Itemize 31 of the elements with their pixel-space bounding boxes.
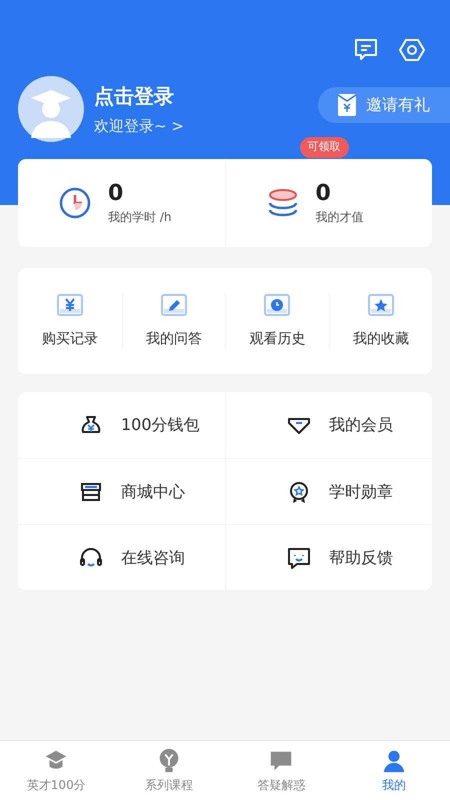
pencil-icon [160, 292, 188, 316]
stat-label: 我的学时 /h [108, 208, 172, 226]
login-title[interactable]: 点击登录 [94, 80, 184, 111]
menu-item[interactable]: 在线咨询 [18, 524, 225, 590]
settings-icon[interactable] [399, 38, 425, 62]
shortcut-item[interactable]: 购买记录 [18, 292, 122, 350]
welcome-link[interactable]: 欢迎登录~ > [94, 114, 184, 138]
avatar[interactable] [18, 76, 84, 142]
tab[interactable]: 英才100分 [0, 741, 112, 800]
shortcut-item[interactable]: 我的收藏 [328, 292, 432, 350]
stat-value: 0 [108, 180, 124, 208]
headset-icon [78, 546, 104, 570]
tab[interactable]: 我的 [338, 741, 450, 800]
clock-icon [58, 186, 92, 220]
message-icon[interactable] [353, 38, 379, 62]
shortcut-item[interactable]: 我的问答 [122, 292, 225, 350]
stat-label: 我的才值 [316, 208, 364, 226]
tab[interactable]: 系列课程 [112, 741, 225, 800]
envelope-icon [336, 93, 358, 117]
stat-value: 0 [316, 180, 332, 208]
menu-item[interactable]: 100分钱包 [18, 392, 225, 458]
menu-item[interactable]: 帮助反馈 [225, 524, 432, 590]
claim-badge: 可领取 [300, 137, 348, 158]
shortcut-item[interactable]: 观看历史 [225, 292, 328, 350]
tab[interactable]: 答疑解惑 [225, 741, 338, 800]
yen-icon [56, 292, 84, 316]
menu-item[interactable]: 学时勋章 [225, 458, 432, 524]
chat-smile-icon [286, 546, 312, 570]
clock-icon [263, 292, 292, 316]
menu-item[interactable]: 商城中心 [18, 458, 225, 524]
menu-item[interactable]: 我的会员 [225, 392, 432, 458]
